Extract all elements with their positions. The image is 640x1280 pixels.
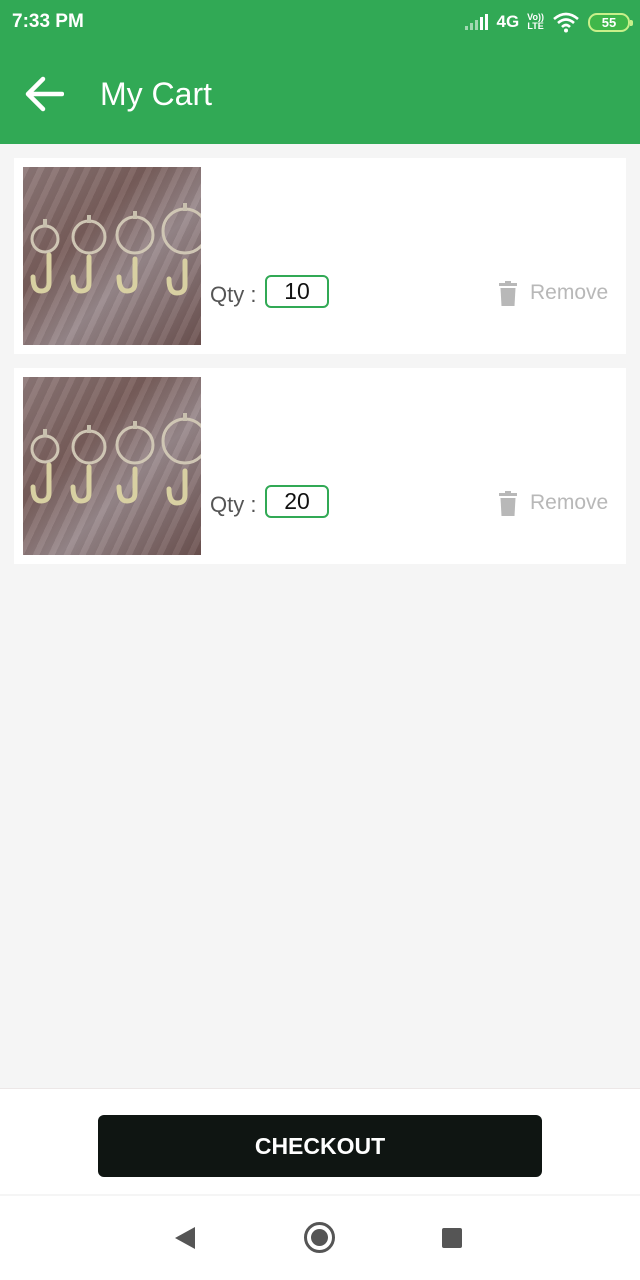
system-nav-bar [0, 1196, 640, 1280]
remove-label: Remove [530, 491, 609, 514]
remove-button[interactable]: Remove [498, 278, 608, 308]
triangle-back-icon[interactable] [174, 1226, 196, 1250]
square-recents-icon[interactable] [442, 1228, 462, 1248]
qty-label: Qty : [210, 282, 257, 307]
battery-level: 55 [601, 14, 617, 30]
remove-button[interactable]: Remove [498, 488, 608, 518]
lte-label: LTE [527, 21, 544, 31]
circle-home-icon[interactable] [304, 1222, 335, 1253]
qty-input[interactable]: 10 [265, 275, 329, 308]
hooks-illustration [30, 413, 201, 506]
remove-label: Remove [530, 281, 609, 304]
app-bar: My Cart [0, 44, 640, 144]
battery-icon: 55 [588, 12, 633, 32]
cart-item: Qty : 20 Remove [14, 368, 626, 564]
status-icons: 4G Vo)) LTE 55 [465, 9, 633, 35]
wifi-icon [553, 12, 579, 33]
cart-item: Qty : 10 Remove [14, 158, 626, 354]
qty-input[interactable]: 20 [265, 485, 329, 518]
volte-icon: Vo)) LTE [527, 13, 544, 31]
trash-icon [499, 280, 517, 306]
product-image[interactable] [23, 167, 201, 345]
network-type: 4G [496, 12, 520, 31]
arrow-back-icon [25, 76, 64, 112]
checkout-bar: CHECKOUT [0, 1088, 640, 1194]
back-button[interactable] [22, 74, 66, 114]
status-bar: 7:33 PM 4G Vo)) LTE 55 [0, 0, 640, 44]
cart-list: Qty : 10 Remove Qty: 20 Remove [14, 158, 626, 578]
hooks-illustration [30, 203, 201, 296]
trash-icon [499, 490, 517, 516]
product-image[interactable] [23, 377, 201, 555]
signal-icon [465, 14, 489, 30]
checkout-button[interactable]: CHECKOUT [98, 1115, 542, 1177]
page-title: My Cart [100, 76, 212, 112]
qty-label: Qty : [210, 492, 257, 517]
status-time: 7:33 PM [12, 11, 84, 32]
